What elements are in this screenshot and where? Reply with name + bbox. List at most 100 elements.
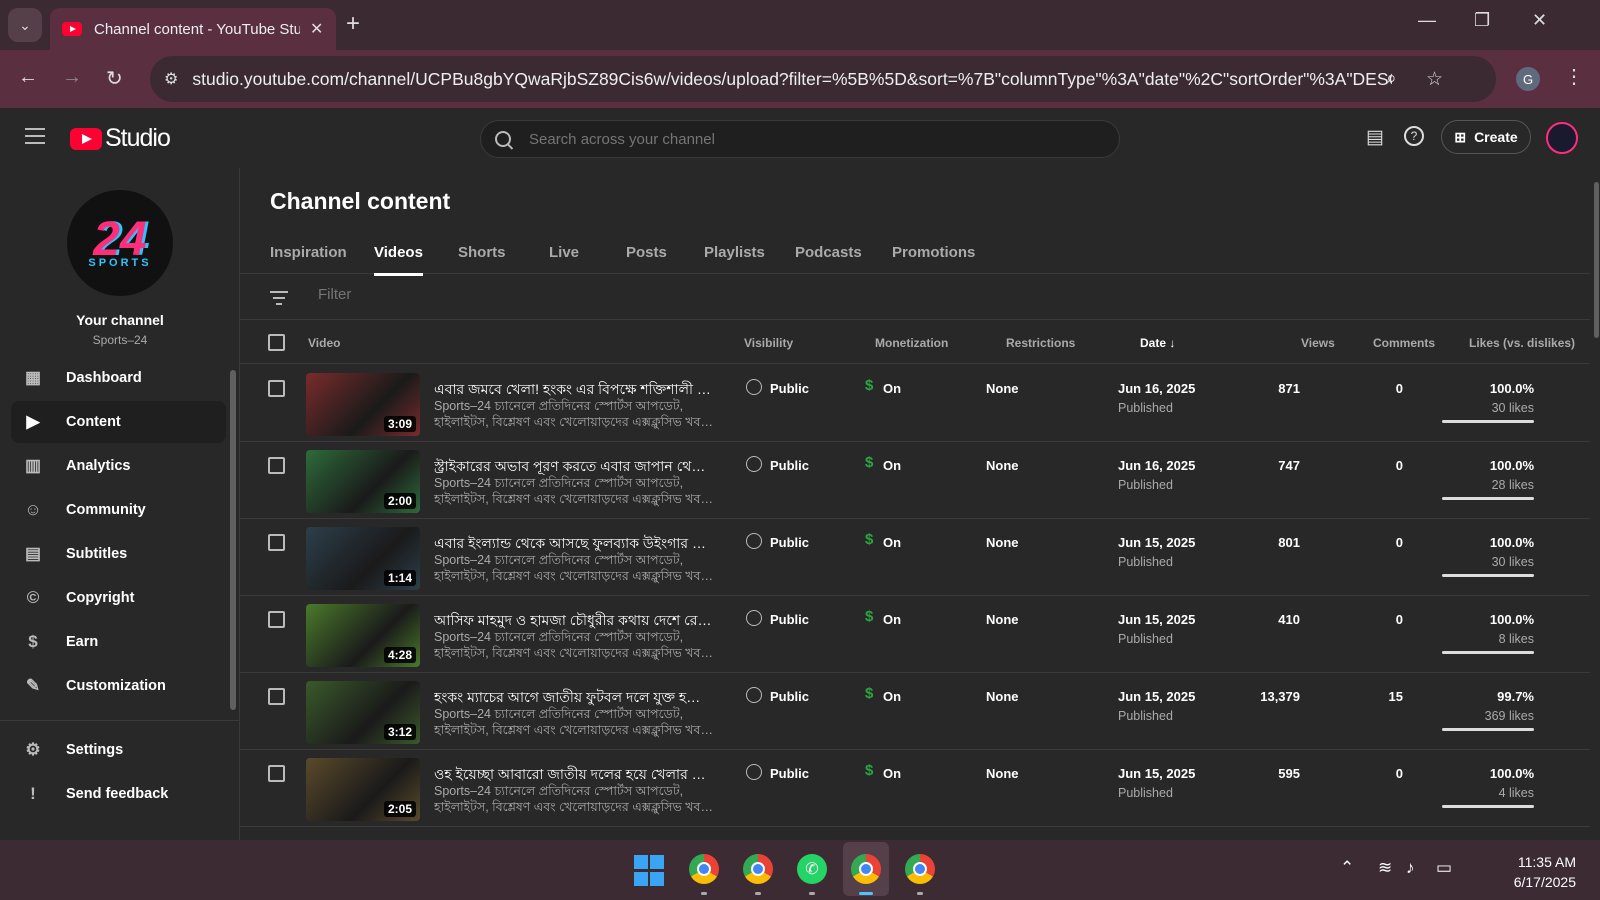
publish-status: Published <box>1118 401 1173 415</box>
help-icon[interactable]: ? <box>1404 126 1424 146</box>
messages-icon[interactable]: ▤ <box>1366 126 1384 149</box>
table-row[interactable]: 3:09 এবার জমবে খেলা! হংকং এর বিপক্ষে শক্ত… <box>240 365 1590 442</box>
tab-podcasts[interactable]: Podcasts <box>795 244 862 261</box>
chrome-profile-3-icon[interactable] <box>851 854 883 886</box>
video-thumbnail[interactable]: 3:09 <box>306 373 420 436</box>
url-text[interactable]: studio.youtube.com/channel/UCPBu8gbYQwaR… <box>192 69 1392 90</box>
table-row[interactable]: 4:28 আসিফ মাহমুদ ও হামজা চৌধুরীর কথায় দে… <box>240 596 1590 673</box>
table-row[interactable]: 2:00 স্ট্রাইকারের অভাব পূরণ করতে এবার জাপ… <box>240 442 1590 519</box>
row-checkbox[interactable] <box>268 380 285 397</box>
hamburger-menu-icon[interactable] <box>25 128 45 149</box>
column-restrictions[interactable]: Restrictions <box>1006 336 1075 350</box>
address-bar[interactable]: ⚙ studio.youtube.com/channel/UCPBu8gbYQw… <box>150 56 1496 102</box>
sidebar-item-subtitles[interactable]: ▤ Subtitles <box>11 533 226 575</box>
column-likes[interactable]: Likes (vs. dislikes) <box>1469 336 1575 350</box>
tab-search-dropdown-icon[interactable]: ⌄ <box>8 8 42 42</box>
sidebar-item-copyright[interactable]: © Copyright <box>11 577 226 619</box>
visibility-value[interactable]: Public <box>770 766 809 781</box>
table-row[interactable]: 2:05 ওহ ইয়েচ্ছা আবারো জাতীয় দলের হয়ে খ… <box>240 750 1590 827</box>
column-visibility[interactable]: Visibility <box>744 336 793 350</box>
monetization-value[interactable]: On <box>883 612 901 627</box>
visibility-value[interactable]: Public <box>770 612 809 627</box>
volume-icon[interactable]: ♪ <box>1406 858 1415 878</box>
row-checkbox[interactable] <box>268 534 285 551</box>
sidebar-item-settings[interactable]: ⚙ Settings <box>11 729 226 771</box>
browser-tab-active[interactable]: Channel content - YouTube Studio ✕ <box>50 8 336 50</box>
sidebar-item-content[interactable]: ▶ Content <box>11 401 226 443</box>
minimize-icon[interactable]: — <box>1418 10 1436 31</box>
search-input[interactable] <box>529 130 1089 148</box>
studio-logo[interactable]: Studio <box>70 124 171 153</box>
taskbar-clock[interactable]: 11:35 AM 6/17/2025 <box>1476 852 1576 892</box>
column-monetization[interactable]: Monetization <box>875 336 948 350</box>
browser-profile-avatar[interactable]: G <box>1516 67 1540 91</box>
tab-playlists[interactable]: Playlists <box>704 244 765 261</box>
tab-posts[interactable]: Posts <box>626 244 667 261</box>
video-thumbnail[interactable]: 2:00 <box>306 450 420 513</box>
main-scrollbar-thumb[interactable] <box>1594 182 1599 338</box>
sidebar-item-analytics[interactable]: ▥ Analytics <box>11 445 226 487</box>
search-bar[interactable] <box>480 120 1120 158</box>
tab-live[interactable]: Live <box>549 244 579 261</box>
row-checkbox[interactable] <box>268 611 285 628</box>
row-checkbox[interactable] <box>268 765 285 782</box>
wifi-icon[interactable]: ≋ <box>1378 858 1392 878</box>
community-icon: ☺ <box>24 500 42 519</box>
channel-avatar[interactable]: 24 SPORTS <box>67 190 173 296</box>
column-date[interactable]: Date ↓ <box>1140 336 1175 350</box>
bookmark-star-icon[interactable]: ☆ <box>1426 68 1443 91</box>
select-all-checkbox[interactable] <box>268 334 285 351</box>
create-button[interactable]: ⊞ Create <box>1441 120 1531 154</box>
main-scrollbar[interactable] <box>1592 168 1600 840</box>
filter-icon[interactable] <box>270 291 288 309</box>
tab-videos[interactable]: Videos <box>374 244 423 276</box>
sidebar-scrollbar[interactable] <box>230 370 236 710</box>
account-avatar[interactable] <box>1546 122 1578 154</box>
sidebar-item-community[interactable]: ☺ Community <box>11 489 226 531</box>
visibility-value[interactable]: Public <box>770 381 809 396</box>
tab-promotions[interactable]: Promotions <box>892 244 975 261</box>
whatsapp-icon[interactable]: ✆ <box>797 854 829 886</box>
visibility-value[interactable]: Public <box>770 535 809 550</box>
tab-shorts[interactable]: Shorts <box>458 244 506 261</box>
column-comments[interactable]: Comments <box>1373 336 1435 350</box>
browser-menu-icon[interactable]: ⋮ <box>1564 64 1584 89</box>
chrome-profile-4-icon[interactable] <box>905 854 937 886</box>
table-row[interactable]: 1:14 এবার ইংল্যান্ড থেকে আসছে ফুলব্যাক উই… <box>240 519 1590 596</box>
table-row[interactable]: 3:12 হংকং ম্যাচের আগে জাতীয় ফুটবল দলে যু… <box>240 673 1590 750</box>
monetization-value[interactable]: On <box>883 535 901 550</box>
video-thumbnail[interactable]: 1:14 <box>306 527 420 590</box>
zoom-icon[interactable]: ⌕ <box>1386 68 1397 90</box>
battery-icon[interactable]: ▭ <box>1436 858 1452 878</box>
monetization-value[interactable]: On <box>883 689 901 704</box>
row-checkbox[interactable] <box>268 457 285 474</box>
sidebar-item-dashboard[interactable]: ▦ Dashboard <box>11 357 226 399</box>
forward-icon[interactable]: → <box>62 66 82 89</box>
visibility-value[interactable]: Public <box>770 689 809 704</box>
video-thumbnail[interactable]: 4:28 <box>306 604 420 667</box>
back-icon[interactable]: ← <box>18 66 38 89</box>
tab-close-icon[interactable]: ✕ <box>310 19 323 39</box>
new-tab-icon[interactable]: + <box>346 10 360 38</box>
chrome-profile-2-icon[interactable] <box>743 854 775 886</box>
tab-inspiration[interactable]: Inspiration <box>270 244 347 261</box>
column-views[interactable]: Views <box>1301 336 1335 350</box>
restore-icon[interactable]: ❐ <box>1474 10 1490 31</box>
windows-start-icon[interactable] <box>634 855 666 887</box>
row-checkbox[interactable] <box>268 688 285 705</box>
sidebar-item-earn[interactable]: $ Earn <box>11 621 226 663</box>
tray-overflow-icon[interactable]: ⌃ <box>1340 858 1354 878</box>
window-close-icon[interactable]: ✕ <box>1532 10 1547 31</box>
sidebar-item-send-feedback[interactable]: ! Send feedback <box>11 773 226 815</box>
monetization-value[interactable]: On <box>883 766 901 781</box>
monetization-value[interactable]: On <box>883 458 901 473</box>
reload-icon[interactable]: ↻ <box>106 66 123 91</box>
site-info-icon[interactable]: ⚙ <box>164 69 178 89</box>
monetization-value[interactable]: On <box>883 381 901 396</box>
video-thumbnail[interactable]: 3:12 <box>306 681 420 744</box>
chrome-profile-1-icon[interactable] <box>689 854 721 886</box>
video-thumbnail[interactable]: 2:05 <box>306 758 420 821</box>
visibility-value[interactable]: Public <box>770 458 809 473</box>
sidebar-item-customization[interactable]: ✎ Customization <box>11 665 226 707</box>
filter-input[interactable] <box>318 286 618 303</box>
